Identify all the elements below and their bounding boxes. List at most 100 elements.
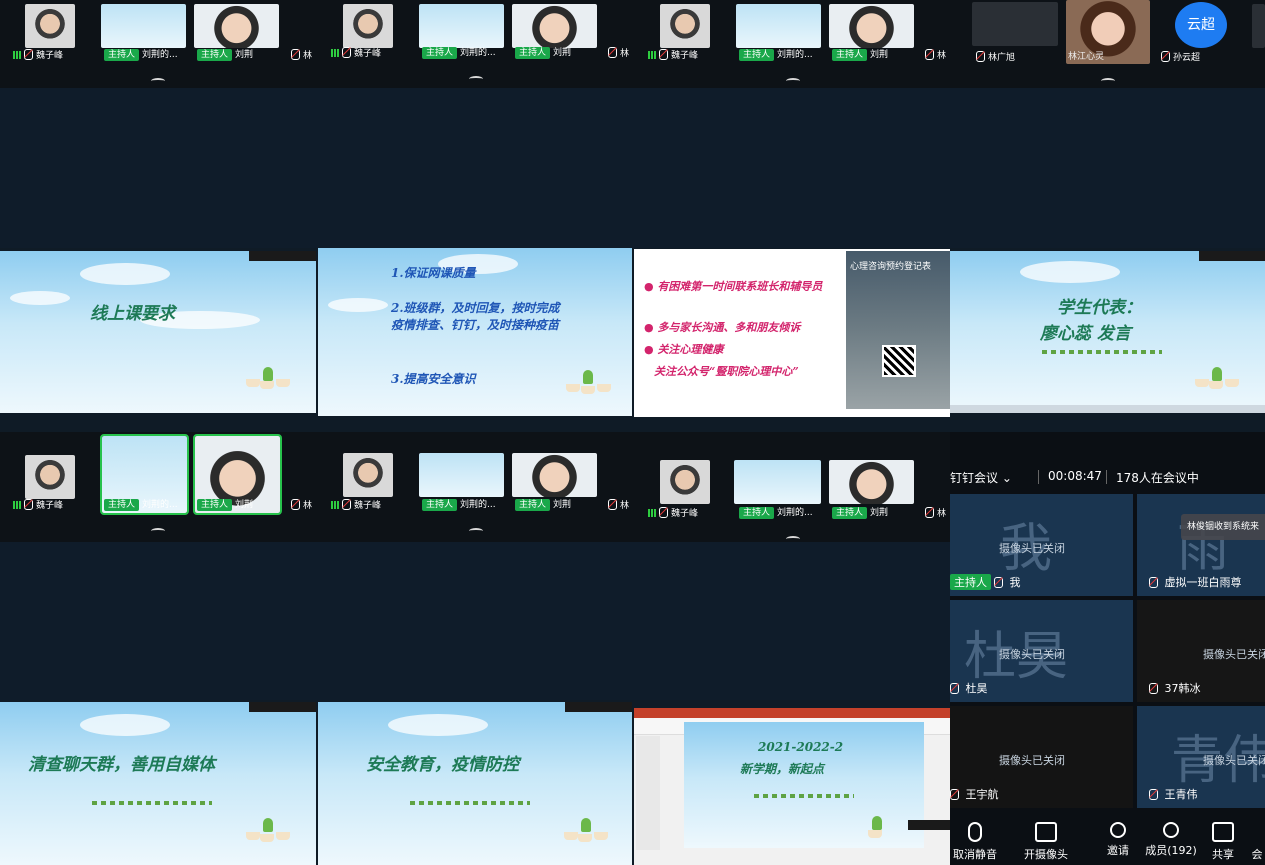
tile-name: 主持人 我 (950, 574, 1021, 590)
participant-label: 主持人 刘荆的... (739, 49, 813, 61)
avatar[interactable]: 云超 (1175, 2, 1227, 48)
mic-muted-icon (24, 499, 33, 510)
video-thumb[interactable] (343, 4, 393, 48)
slide-text: ● 有困难第一时间联系班长和辅导员 (644, 280, 823, 293)
share-button[interactable]: 共享 (1208, 822, 1238, 862)
tile-name: 王青伟 (1149, 786, 1198, 802)
participant-label: 主持人 刘荆 (832, 49, 888, 61)
host-badge: 主持人 (104, 49, 140, 61)
meeting-app-name[interactable]: 钉钉会议 ⌄ (950, 469, 1012, 486)
signal-icon (13, 501, 21, 509)
slide-toolbar (908, 820, 950, 830)
video-thumb[interactable] (25, 455, 75, 499)
video-tile[interactable]: 雨 林俊铟收到系统来 虚拟一班白雨尊 (1137, 494, 1265, 596)
video-tile[interactable]: 青伟 摄像头已关闭 王青伟 (1137, 706, 1265, 808)
participant-label: 林 (608, 47, 629, 60)
slide-thumb[interactable] (736, 4, 821, 48)
participant-label: 主持人 刘荆 (197, 49, 253, 61)
unmute-button[interactable]: 取消静音 (950, 822, 1000, 862)
video-thumb[interactable] (660, 4, 710, 48)
members-button[interactable]: 成员(192) (1144, 822, 1198, 858)
participant-label: 主持人 刘荆 (515, 499, 571, 511)
video-tile[interactable]: 摄像头已关闭 王宇航 (950, 706, 1133, 808)
slide-thumb[interactable] (419, 4, 504, 48)
host-badge: 主持人 (950, 574, 991, 590)
chevron-up-icon[interactable] (148, 78, 168, 84)
video-thumb[interactable] (25, 4, 75, 48)
tile-name: 杜昊 (950, 680, 988, 696)
slide-thumb[interactable] (419, 453, 504, 497)
chevron-up-icon[interactable] (466, 528, 486, 534)
slide-text: ● 关注心理健康 (644, 343, 724, 356)
shared-slide[interactable]: 线上课要求 (0, 251, 316, 413)
shared-slide[interactable]: 安全教育，疫情防控 (318, 702, 632, 865)
ppt-title-bar (634, 708, 950, 718)
participant-label: 林广旭 (976, 51, 1015, 64)
slide-thumb[interactable] (734, 460, 821, 504)
video-thumb[interactable] (512, 453, 597, 497)
host-badge: 主持人 (515, 499, 551, 511)
host-badge: 主持人 (422, 499, 458, 511)
chevron-up-icon[interactable] (783, 536, 803, 542)
promo-card: 心理咨询预约登记表 (846, 251, 950, 409)
shared-slide[interactable]: 2021-2022-2 新学期，新起点 (634, 708, 950, 865)
mic-off-icon (968, 822, 982, 842)
slide-text: 新学期，新起点 (740, 762, 825, 776)
video-tile[interactable]: 杜昊 摄像头已关闭 杜昊 (950, 600, 1133, 702)
divider (1038, 470, 1039, 484)
mic-muted-icon (1149, 577, 1158, 588)
camera-button[interactable]: 开摄像头 (1020, 822, 1072, 862)
slide-toolbar (1199, 251, 1265, 261)
shared-slide[interactable]: ● 有困难第一时间联系班长和辅导员 ● 多与家长沟通、多和朋友倾诉 ● 关注心理… (634, 249, 950, 417)
mic-muted-icon (659, 49, 668, 60)
slide-title: 清查聊天群，善用自媒体 (28, 755, 215, 775)
video-tile[interactable]: 摄像头已关闭 37韩冰 (1137, 600, 1265, 702)
slide-toolbar (249, 702, 316, 712)
video-thumb[interactable] (829, 4, 914, 48)
video-thumb[interactable] (660, 460, 710, 504)
mic-muted-icon (1161, 51, 1170, 62)
shared-slide[interactable]: 1.保证网课质量 2.班级群，及时回复，按时完成疫情排查、钉钉，及时接种疫苗 3… (318, 248, 632, 416)
host-badge: 主持人 (515, 47, 551, 59)
video-thumb[interactable] (343, 453, 393, 497)
slide-text: 3.提高安全意识 (391, 372, 476, 386)
camera-off-label: 摄像头已关闭 (1203, 648, 1265, 661)
dark-area (0, 542, 950, 700)
participant-label: 林 (925, 507, 946, 520)
camera-off-icon (1035, 822, 1057, 842)
chevron-up-icon[interactable] (783, 78, 803, 84)
signal-icon (331, 501, 339, 509)
shared-slide[interactable]: 学生代表： 廖心蕊 发言 (950, 251, 1265, 413)
slide-text: 2.班级群，及时回复，按时完成疫情排查、钉钉，及时接种疫苗 (391, 301, 560, 332)
signal-icon (13, 51, 21, 59)
chevron-up-icon[interactable] (1098, 78, 1118, 84)
participant-count: 178人在会议中 (1116, 471, 1199, 485)
tile-name: 37韩冰 (1149, 680, 1201, 696)
more-button[interactable]: 会 (1249, 822, 1265, 862)
slide-text: 关注公众号“豎职院心理中心” (654, 365, 799, 378)
shared-slide[interactable]: 清查聊天群，善用自媒体 (0, 702, 316, 865)
chevron-up-icon[interactable] (148, 528, 168, 534)
video-thumb[interactable] (829, 460, 914, 504)
signal-icon (331, 49, 339, 57)
participant-label: 魏子峰 (648, 49, 698, 62)
invite-button[interactable]: 邀请 (1103, 822, 1133, 858)
video-thumb[interactable] (512, 4, 597, 48)
video-thumb[interactable] (1252, 4, 1265, 48)
host-badge: 主持人 (197, 49, 233, 61)
video-thumb[interactable] (194, 4, 279, 48)
slide-thumb[interactable] (101, 4, 186, 48)
dark-area (0, 88, 950, 248)
ppt-slide-list (636, 736, 660, 850)
mic-muted-icon (24, 49, 33, 60)
video-thumb[interactable] (972, 2, 1058, 46)
signal-icon (648, 509, 656, 517)
participant-label: 主持人 刘荆 (515, 47, 571, 59)
participant-label: 魏子峰 (331, 47, 381, 60)
slide-title: 线上课要求 (90, 304, 175, 324)
share-screen-icon (1212, 822, 1234, 842)
camera-off-label: 摄像头已关闭 (1203, 754, 1265, 767)
chevron-up-icon[interactable] (466, 76, 486, 82)
participant-label: 主持人 刘荆的... (422, 47, 496, 59)
video-tile[interactable]: 我 摄像头已关闭 主持人 我 (950, 494, 1133, 596)
